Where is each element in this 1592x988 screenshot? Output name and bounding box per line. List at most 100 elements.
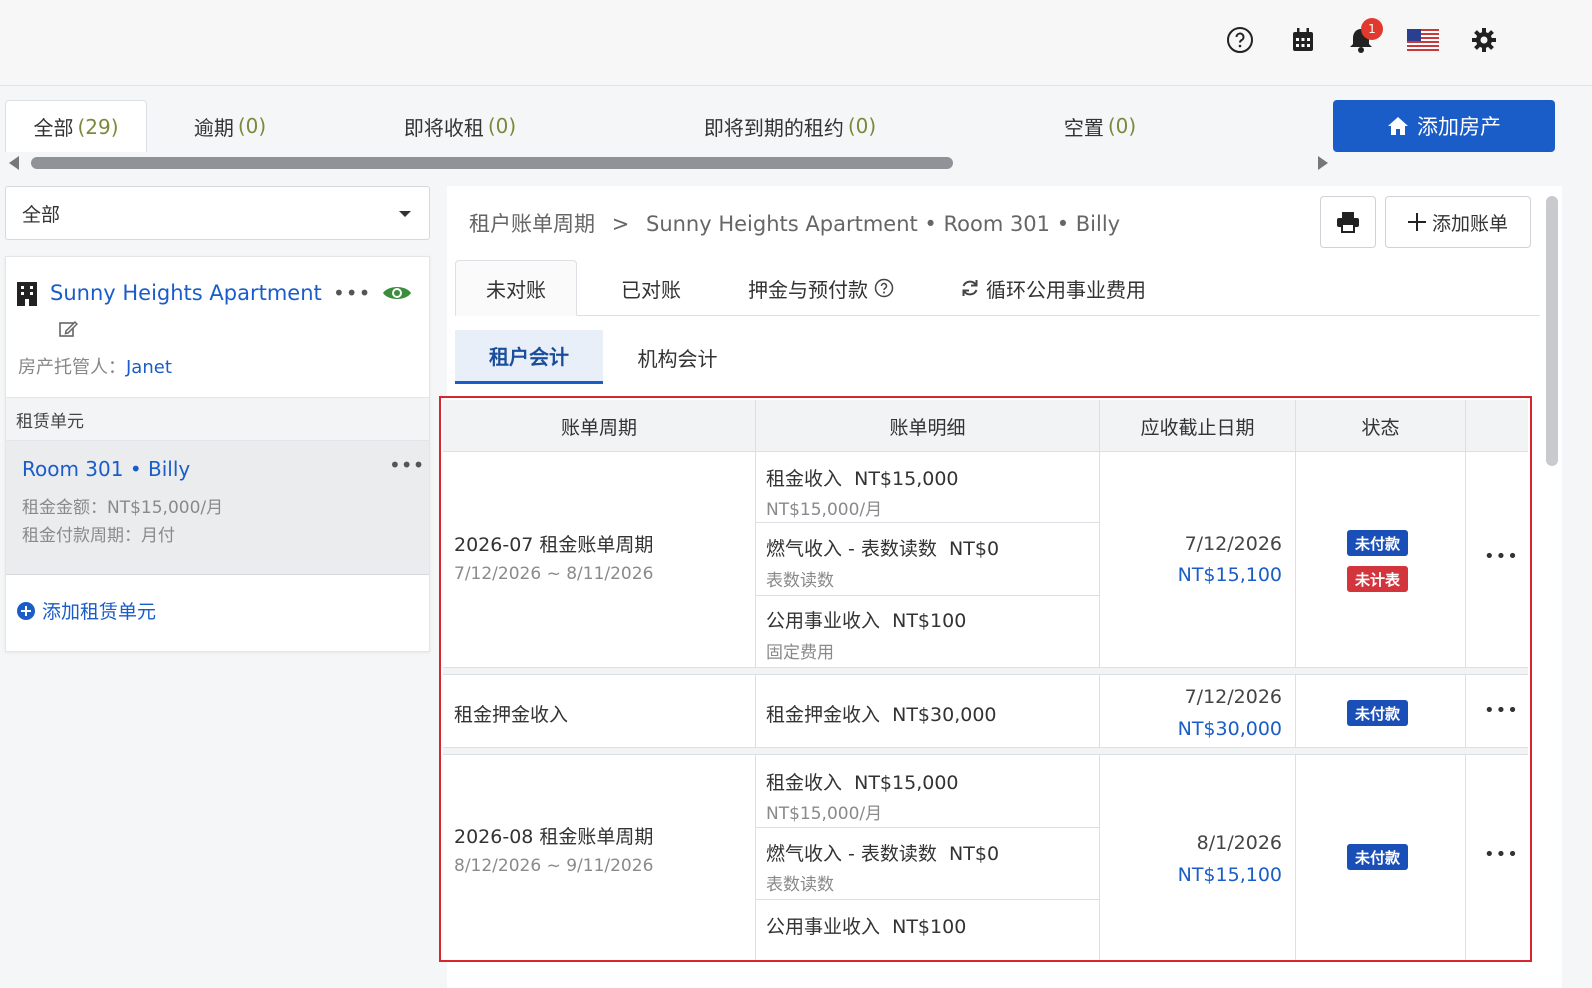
due-date: 7/12/2026 <box>1184 686 1282 708</box>
tabs-scrollbar[interactable] <box>5 152 1340 174</box>
tab-recurring-utilities[interactable]: 循环公用事业费用 <box>960 260 1146 316</box>
property-more-icon[interactable]: ••• <box>333 281 371 305</box>
bill-period: 2026-08 租金账单周期 <box>454 826 654 848</box>
tab-tenant-accounting[interactable]: 租户会计 <box>455 330 603 384</box>
detail-line: 燃气收入 - 表数读数 NT$0 <box>766 538 1000 560</box>
detail-line: 租金收入 NT$15,000 <box>766 772 959 794</box>
row-separator <box>443 747 1528 755</box>
detail-line: 燃气收入 - 表数读数 NT$0 <box>766 843 1000 865</box>
unit-rent: 租金金额：NT$15,000/月 <box>22 498 224 518</box>
plus-icon <box>1407 213 1426 231</box>
detail-line: 租金押金收入 NT$30,000 <box>766 704 997 726</box>
refresh-icon <box>962 280 978 296</box>
col-header-period: 账单周期 <box>443 400 756 452</box>
table-header: 账单周期 账单明细 应收截止日期 状态 <box>443 400 1528 452</box>
property-card: Sunny Heights Apartment ••• 房产托管人：Janet … <box>5 256 430 652</box>
home-icon <box>1388 117 1408 135</box>
due-amount: NT$15,100 <box>1177 864 1282 886</box>
col-header-actions <box>1466 400 1528 452</box>
detail-divider <box>755 522 1099 523</box>
unit-more-icon[interactable]: ••• <box>389 453 424 477</box>
row-more-icon[interactable]: ••• <box>1484 844 1519 865</box>
detail-note: 表数读数 <box>766 875 834 895</box>
us-flag-icon[interactable] <box>1405 22 1441 58</box>
help-icon[interactable] <box>1222 22 1258 58</box>
notification-badge: 1 <box>1361 18 1383 40</box>
bill-period-range: 7/12/2026 ~ 8/11/2026 <box>454 564 654 584</box>
calendar-icon[interactable] <box>1285 22 1321 58</box>
breadcrumb-root[interactable]: 租户账单周期 <box>469 212 595 236</box>
detail-divider <box>755 827 1099 828</box>
row-separator <box>443 667 1528 675</box>
status-badge-unmetered: 未计表 <box>1347 566 1409 592</box>
status-badge-unpaid: 未付款 <box>1347 530 1409 556</box>
bill-status-tabs: 未对账 已对账 押金与预付款 循环公用事业费用 <box>455 260 1540 316</box>
tab-upcoming-rent[interactable]: 即将收租 (0) <box>375 100 545 152</box>
bill-table: 账单周期 账单明细 应收截止日期 状态 2026-07 租金账单周期 7/12/… <box>439 396 1532 962</box>
detail-divider <box>755 595 1099 596</box>
detail-line: 公用事业收入 NT$100 <box>766 916 967 938</box>
breadcrumb-current: Sunny Heights Apartment • Room 301 • Bil… <box>645 212 1121 236</box>
tab-vacant[interactable]: 空置 (0) <box>1035 100 1165 152</box>
column-divider <box>1465 452 1466 960</box>
due-amount: NT$15,100 <box>1177 564 1282 586</box>
bill-period: 2026-07 租金账单周期 <box>454 534 654 556</box>
scroll-left-arrow-icon[interactable] <box>9 156 19 170</box>
add-unit-button[interactable]: 添加租赁单元 <box>16 597 156 624</box>
tab-all[interactable]: 全部 (29) <box>5 100 147 152</box>
property-filter-select[interactable]: 全部 <box>5 186 430 240</box>
detail-note: 固定费用 <box>766 643 834 663</box>
due-date: 7/12/2026 <box>1184 533 1282 555</box>
tab-agency-accounting[interactable]: 机构会计 <box>615 330 740 384</box>
edit-icon[interactable] <box>58 319 79 343</box>
property-manager: 房产托管人：Janet <box>18 357 172 378</box>
bell-icon[interactable]: 1 <box>1343 18 1383 58</box>
unit-title[interactable]: Room 301 • Billy <box>22 457 190 481</box>
detail-line: 公用事业收入 NT$100 <box>766 610 967 632</box>
plus-circle-icon <box>17 601 35 620</box>
chevron-down-icon <box>399 211 411 217</box>
tab-unreconciled[interactable]: 未对账 <box>455 260 577 316</box>
gear-icon[interactable] <box>1466 22 1502 58</box>
eye-icon[interactable] <box>382 283 412 307</box>
add-property-button[interactable]: 添加房产 <box>1333 100 1555 152</box>
col-header-due-date: 应收截止日期 <box>1100 400 1296 452</box>
detail-note: 表数读数 <box>766 571 834 591</box>
tab-expiring-leases[interactable]: 即将到期的租约 (0) <box>665 100 915 152</box>
printer-icon <box>1337 212 1359 233</box>
column-divider <box>1099 452 1100 960</box>
manager-name-link[interactable]: Janet <box>126 357 172 378</box>
row-more-icon[interactable]: ••• <box>1484 700 1519 721</box>
detail-line: 租金收入 NT$15,000 <box>766 468 959 490</box>
tab-reconciled[interactable]: 已对账 <box>621 260 681 316</box>
unit-cycle: 租金付款周期：月付 <box>22 526 175 546</box>
property-name-link[interactable]: Sunny Heights Apartment <box>50 281 322 305</box>
breadcrumb: 租户账单周期 > Sunny Heights Apartment • Room … <box>469 212 1121 236</box>
tab-deposits-prepayments[interactable]: 押金与预付款 <box>748 260 894 316</box>
row-more-icon[interactable]: ••• <box>1484 546 1519 567</box>
filter-tabs: 全部 (29) 逾期 (0) 即将收租 (0) 即将到期的租约 (0) 空置 (0) <box>5 100 1325 152</box>
unit-item[interactable]: Room 301 • Billy ••• 租金金额：NT$15,000/月 租金… <box>6 441 429 575</box>
add-bill-button[interactable]: 添加账单 <box>1385 196 1531 248</box>
detail-divider <box>755 899 1099 900</box>
detail-note: NT$15,000/月 <box>766 804 883 824</box>
column-divider <box>1295 452 1296 960</box>
print-button[interactable] <box>1320 196 1376 248</box>
help-circle-icon[interactable] <box>874 278 894 298</box>
col-header-status: 状态 <box>1296 400 1466 452</box>
column-divider <box>755 452 756 960</box>
status-badge-unpaid: 未付款 <box>1347 844 1409 870</box>
bill-period: 租金押金收入 <box>454 704 569 726</box>
scrollbar-thumb[interactable] <box>31 157 953 169</box>
detail-note: NT$15,000/月 <box>766 500 883 520</box>
col-header-details: 账单明细 <box>756 400 1100 452</box>
tab-overdue[interactable]: 逾期 (0) <box>165 100 295 152</box>
due-date: 8/1/2026 <box>1196 832 1282 854</box>
top-bar: 1 <box>0 0 1592 86</box>
status-badge-unpaid: 未付款 <box>1347 700 1409 726</box>
building-icon <box>17 282 37 306</box>
bill-period-range: 8/12/2026 ~ 9/11/2026 <box>454 856 654 876</box>
due-amount: NT$30,000 <box>1177 718 1282 740</box>
scroll-right-arrow-icon[interactable] <box>1318 156 1328 170</box>
page-scrollbar[interactable] <box>1546 196 1558 466</box>
